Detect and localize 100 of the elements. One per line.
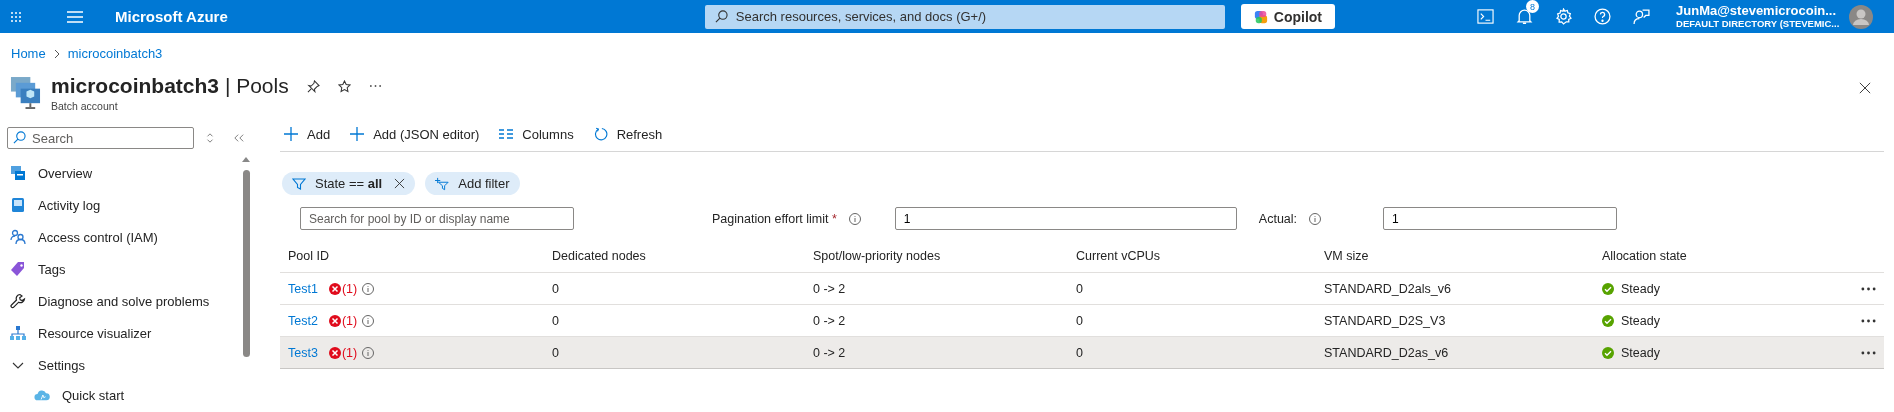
check-circle-icon [1602,314,1614,327]
account-name[interactable]: JunMa@stevemicrocoin... [1676,3,1840,19]
error-count: (1) [341,313,358,328]
toolbar-button[interactable]: Add (JSON editor) [350,126,480,142]
status-text: Steady [1621,313,1660,328]
menu-item[interactable]: Access control (IAM) [0,221,240,253]
resource-type: Batch account [51,100,119,112]
bell-icon[interactable] [1516,8,1533,25]
menu-item[interactable]: Diagnose and solve problems [0,285,240,317]
table-cell-text: 0 [552,345,560,360]
toolbar-button[interactable]: Columns [499,126,574,142]
pagination-limit-field[interactable]: 1 [894,207,1237,230]
app-launcher-icon[interactable] [10,10,22,23]
pool-link[interactable]: Test2 [288,313,318,328]
help-icon[interactable] [1594,8,1611,25]
menu-item[interactable]: Activity log [0,189,240,221]
column-header[interactable]: Spot/low-priority nodes [813,249,1076,263]
menu-search-field[interactable]: Search [7,127,194,149]
feedback-icon[interactable] [1633,8,1650,25]
more-icon[interactable] [1861,318,1876,323]
tag-icon [10,261,26,277]
field-label: Pagination effort limit * [712,211,837,226]
status-text: Steady [1621,281,1660,296]
table-cell-text: 0 -> 2 [813,281,847,296]
error-icon [328,346,341,359]
error-icon [328,314,341,327]
table-cell-text: 0 [1076,281,1084,296]
menu-item[interactable]: Tags [0,253,240,285]
table-cell-text: 0 -> 2 [813,313,847,328]
scroll-up-arrow-icon[interactable] [242,157,250,162]
add-filter-button[interactable]: Add filter [425,172,520,195]
notification-count: 8 [1526,0,1539,13]
table-cell-text: STANDARD_D2S_V3 [1324,313,1447,328]
brand-name[interactable]: Microsoft Azure [115,8,228,25]
column-header[interactable]: Dedicated nodes [552,249,813,263]
columns-icon [499,127,514,141]
avatar-icon[interactable] [1849,4,1874,29]
table-row[interactable]: Test1 (1) 0 0 -> 2 0 STANDARD_D2als_v6 Steady [280,273,1884,305]
pool-link[interactable]: Test3 [288,345,318,360]
global-search-field[interactable]: Search resources, services, and docs (G+/) [704,4,1225,29]
table-cell-text: 0 -> 2 [813,345,847,360]
menu-item[interactable]: Quick start [0,381,240,409]
star-icon[interactable] [337,79,351,93]
sort-icon[interactable] [206,133,214,143]
table-cell-text: 0 [552,281,560,296]
toolbar-button[interactable]: Add [284,126,331,142]
menu-icon[interactable] [67,10,83,23]
pool-search-field[interactable]: Search for pool by ID or display name [300,207,574,230]
menu-item[interactable]: Resource visualizer [0,317,240,349]
info-icon[interactable] [848,212,861,225]
menu-item[interactable]: Overview [0,157,240,189]
add-filter-icon [435,176,450,191]
breadcrumb-link[interactable]: Home [11,46,46,61]
table-cell-text: 0 [1076,345,1084,360]
terminal-icon[interactable] [1477,8,1494,25]
actual-field[interactable]: 1 [1383,207,1618,230]
pool-link[interactable]: Test1 [288,281,318,296]
table-cell-text: STANDARD_D2as_v6 [1324,345,1450,360]
table-cell-text: STANDARD_D2als_v6 [1324,281,1452,296]
more-icon[interactable] [368,84,382,88]
chevron-right-icon [53,48,60,59]
more-icon[interactable] [1861,286,1876,291]
filter-pill[interactable]: State == all [282,172,416,195]
column-header[interactable]: VM size [1324,249,1602,263]
error-count: (1) [341,281,358,296]
settings-icon[interactable] [1555,8,1572,25]
info-icon[interactable] [362,346,375,359]
log-icon [10,197,26,213]
directory-name[interactable]: DEFAULT DIRECTORY (STEVEMIC... [1676,18,1840,30]
breadcrumb-link[interactable]: microcoinbatch3 [67,46,163,61]
server-stack-icon [10,76,41,111]
filter-icon [292,176,306,191]
table-row[interactable]: Test3 (1) 0 0 -> 2 0 STANDARD_D2as_v6 Steady [280,337,1884,369]
close-icon[interactable] [1859,82,1871,94]
field-label: Actual: [1258,211,1298,226]
column-header[interactable]: Current vCPUs [1076,249,1324,263]
hierarchy-icon [10,325,26,341]
plus-icon [284,127,298,141]
table-cell-text: 0 [1076,313,1084,328]
error-icon [328,282,341,295]
table-cell-text: 0 [552,313,560,328]
more-icon[interactable] [1861,350,1876,355]
menu-group[interactable]: Settings [0,349,240,381]
scrollbar-thumb[interactable] [242,170,250,357]
collapse-icon[interactable] [234,133,244,143]
column-header[interactable]: Allocation state [1602,249,1858,263]
check-circle-icon [1602,282,1614,295]
pin-icon[interactable] [306,79,320,93]
close-icon[interactable] [394,178,406,189]
people-icon [10,229,26,245]
search-icon [13,131,26,144]
column-header[interactable]: Pool ID [288,249,552,263]
status-text: Steady [1621,345,1660,360]
copilot-button[interactable]: Copilot [1240,4,1335,29]
info-icon[interactable] [362,282,375,295]
info-icon[interactable] [1309,212,1322,225]
toolbar-button[interactable]: Refresh [593,126,663,142]
info-icon[interactable] [362,314,375,327]
error-count: (1) [341,345,358,360]
page-title: microcoinbatch3 | Pools [51,74,289,98]
